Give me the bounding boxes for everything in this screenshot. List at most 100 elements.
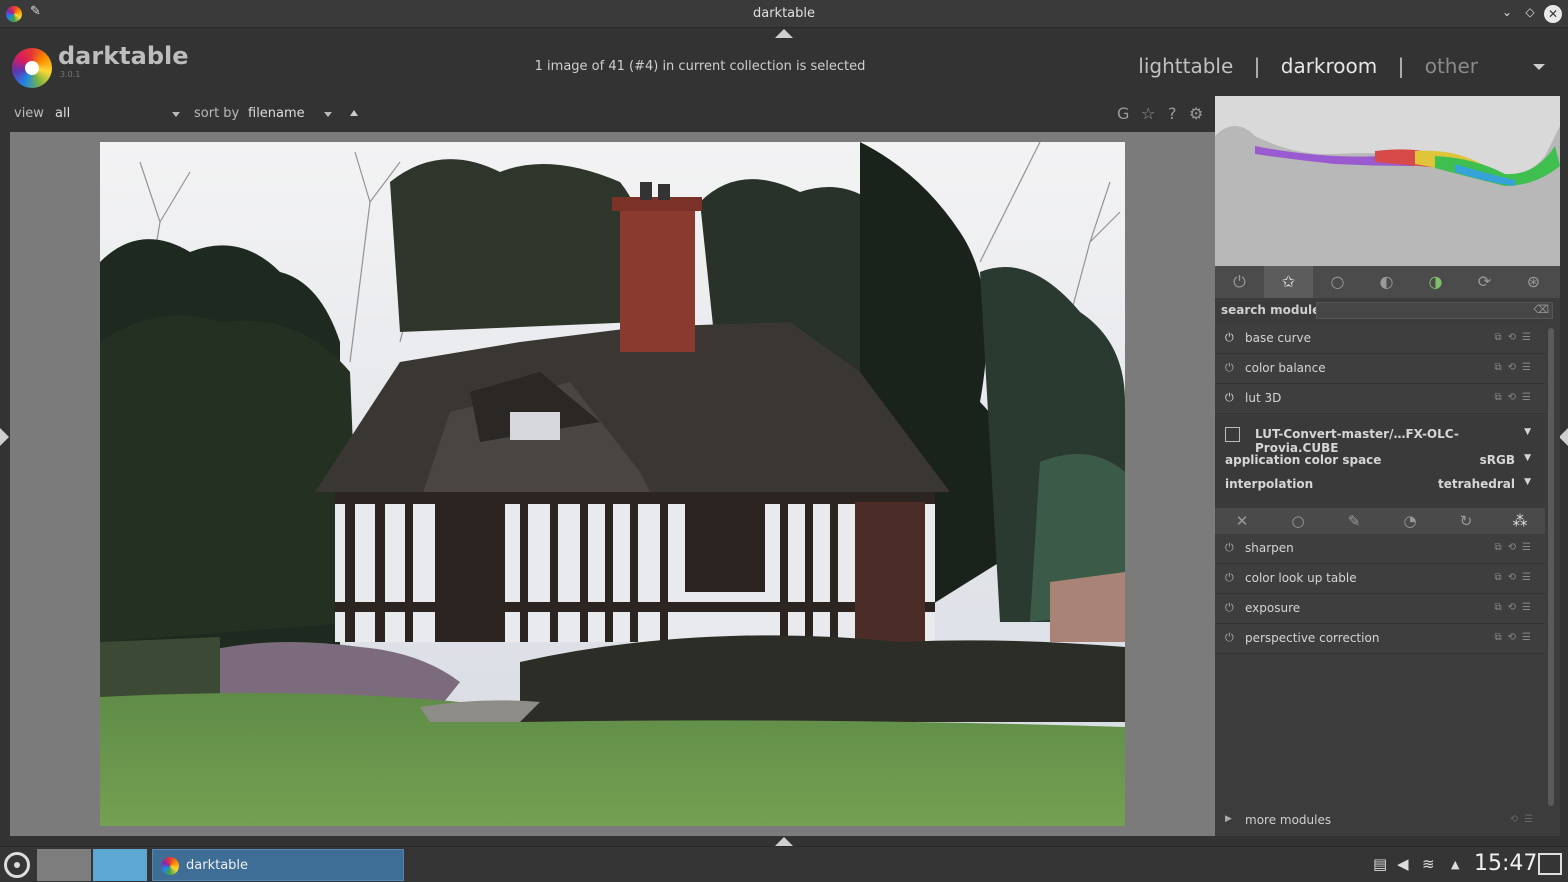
module-label: exposure <box>1245 601 1301 615</box>
view-label: view <box>14 106 44 121</box>
chevron-down-icon[interactable] <box>324 112 332 117</box>
power-icon[interactable]: ⏻ <box>1225 331 1234 345</box>
view-darkroom[interactable]: darkroom <box>1281 54 1378 78</box>
module-scrollbar[interactable] <box>1548 328 1554 806</box>
module-actions-icon[interactable]: ⧉⟲☰ <box>1495 632 1537 643</box>
sort-label: sort by <box>194 106 240 121</box>
module-label: base curve <box>1245 331 1312 345</box>
start-menu-icon[interactable] <box>4 852 30 878</box>
effect-group-tab-icon[interactable]: ⊛ <box>1509 266 1558 298</box>
module-actions-icon[interactable]: ⧉⟲☰ <box>1495 542 1537 553</box>
window-title: darktable <box>752 6 816 21</box>
workspace-1[interactable] <box>37 849 91 881</box>
module-actions-icon[interactable]: ⧉⟲☰ <box>1495 572 1537 583</box>
view-filter-select[interactable]: all <box>55 106 70 121</box>
power-icon[interactable]: ⏻ <box>1225 571 1234 585</box>
expand-icon[interactable]: ▶ <box>1225 814 1232 824</box>
power-icon[interactable]: ⏻ <box>1225 391 1234 405</box>
interpolation-select[interactable]: interpolation tetrahedral ▼ <box>1225 477 1531 491</box>
power-icon[interactable]: ⏻ <box>1225 601 1234 615</box>
chevron-down-icon[interactable]: ▼ <box>1524 427 1531 437</box>
module-actions-icon[interactable]: ⧉⟲☰ <box>1495 332 1537 343</box>
filmstrip-toggle-icon[interactable] <box>775 837 793 846</box>
more-modules-row[interactable]: ▶ more modules ⟲☰ <box>1215 810 1545 832</box>
module-label: color look up table <box>1245 571 1357 585</box>
darktable-icon <box>161 857 179 875</box>
module-color-look-up-table[interactable]: ⏻ color look up table ⧉⟲☰ <box>1215 564 1545 594</box>
view-other[interactable]: other <box>1425 54 1478 78</box>
wifi-icon[interactable]: ≋ <box>1422 855 1435 873</box>
basic-group-tab-icon[interactable]: ○ <box>1313 266 1362 298</box>
views-dropdown-icon[interactable] <box>1533 64 1545 70</box>
center-view <box>10 132 1215 836</box>
more-modules-actions-icon[interactable]: ⟲☰ <box>1510 814 1539 825</box>
clear-search-icon[interactable]: ⌫ <box>1533 303 1549 316</box>
search-module-input[interactable]: ⌫ <box>1316 302 1553 319</box>
taskbar-darktable[interactable]: darktable <box>152 849 404 881</box>
app-color-space-select[interactable]: application color space sRGB ▼ <box>1225 453 1531 467</box>
raster-mask-icon[interactable]: ⁂ <box>1505 512 1535 530</box>
grouping-icon[interactable]: G <box>1117 104 1129 123</box>
version-label: 3.0.1 <box>60 70 81 79</box>
left-panel-toggle-icon[interactable] <box>0 428 9 446</box>
module-sharpen[interactable]: ⏻ sharpen ⧉⟲☰ <box>1215 534 1545 564</box>
top-panel-toggle-icon[interactable] <box>775 29 793 38</box>
blend-mode-bar: ✕ ○ ✎ ◔ ↻ ⁂ <box>1215 508 1545 534</box>
logo-text: darktable <box>58 42 189 70</box>
chevron-down-icon[interactable] <box>172 112 180 117</box>
sort-order-icon[interactable] <box>350 110 358 116</box>
color-group-tab-icon[interactable]: ◑ <box>1411 266 1460 298</box>
module-label: lut 3D <box>1245 391 1282 405</box>
blend-off-icon[interactable]: ✕ <box>1227 512 1257 530</box>
drawn-mask-icon[interactable]: ✎ <box>1339 512 1369 530</box>
minimize-icon[interactable]: ⌄ <box>1498 5 1516 19</box>
help-icon[interactable]: ? <box>1168 104 1177 123</box>
filter-bar: view all sort by filename <box>0 100 1215 128</box>
tray-expand-icon[interactable]: ▲ <box>1451 858 1459 871</box>
maximize-icon[interactable]: ◇ <box>1521 5 1539 19</box>
view-switcher: lighttable | darkroom | other <box>1138 54 1478 78</box>
view-lighttable[interactable]: lighttable <box>1138 54 1233 78</box>
star-overlay-icon[interactable]: ☆ <box>1141 104 1155 123</box>
chevron-down-icon[interactable]: ▼ <box>1524 453 1531 463</box>
module-base-curve[interactable]: ⏻ base curve ⧉⟲☰ <box>1215 324 1545 354</box>
right-panel-toggle-icon[interactable] <box>1559 428 1568 446</box>
correct-group-tab-icon[interactable]: ⟳ <box>1460 266 1509 298</box>
show-desktop-icon[interactable] <box>1538 853 1562 875</box>
sort-select[interactable]: filename <box>248 106 305 121</box>
close-icon[interactable]: ✕ <box>1544 5 1562 23</box>
active-modules-tab-icon[interactable]: ⏻ <box>1215 266 1264 298</box>
lut-3d-settings: LUT-Convert-master/…FX-OLC-Provia.CUBE ▼… <box>1215 415 1545 507</box>
clipboard-icon[interactable]: ▤ <box>1373 855 1387 873</box>
clock[interactable]: 15:47 <box>1474 851 1537 876</box>
chevron-down-icon[interactable]: ▼ <box>1524 477 1531 487</box>
module-label: color balance <box>1245 361 1326 375</box>
module-actions-icon[interactable]: ⧉⟲☰ <box>1495 392 1537 403</box>
photo-preview[interactable] <box>100 142 1125 826</box>
histogram[interactable] <box>1215 96 1560 266</box>
module-color-balance[interactable]: ⏻ color balance ⧉⟲☰ <box>1215 354 1545 384</box>
module-actions-icon[interactable]: ⧉⟲☰ <box>1495 602 1537 613</box>
favorites-tab-icon[interactable]: ✩ <box>1264 266 1313 298</box>
volume-icon[interactable]: ◀ <box>1397 855 1409 873</box>
power-icon[interactable]: ⏻ <box>1225 541 1234 555</box>
module-lut-3d[interactable]: ⏻ lut 3D ⧉⟲☰ <box>1215 384 1545 414</box>
drawn-parametric-mask-icon[interactable]: ↻ <box>1451 512 1481 530</box>
blend-uniform-icon[interactable]: ○ <box>1283 512 1313 530</box>
module-label: sharpen <box>1245 541 1294 555</box>
power-icon[interactable]: ⏻ <box>1225 361 1234 375</box>
power-icon[interactable]: ⏻ <box>1225 631 1234 645</box>
gear-icon[interactable]: ⚙ <box>1189 104 1203 123</box>
module-actions-icon[interactable]: ⧉⟲☰ <box>1495 362 1537 373</box>
file-icon[interactable] <box>1225 427 1240 442</box>
workspace-2[interactable] <box>93 849 147 881</box>
module-perspective-correction[interactable]: ⏻ perspective correction ⧉⟲☰ <box>1215 624 1545 654</box>
tone-group-tab-icon[interactable]: ◐ <box>1362 266 1411 298</box>
title-bar: ✎ darktable ⌄ ◇ ✕ <box>0 0 1568 28</box>
darktable-logo-icon <box>12 48 52 88</box>
taskbar: darktable ▤ ◀ ≋ ▲ 15:47 <box>0 846 1568 882</box>
parametric-mask-icon[interactable]: ◔ <box>1395 512 1425 530</box>
module-exposure[interactable]: ⏻ exposure ⧉⟲☰ <box>1215 594 1545 624</box>
module-label: perspective correction <box>1245 631 1380 645</box>
lut-file-name: LUT-Convert-master/…FX-OLC-Provia.CUBE <box>1255 427 1459 455</box>
